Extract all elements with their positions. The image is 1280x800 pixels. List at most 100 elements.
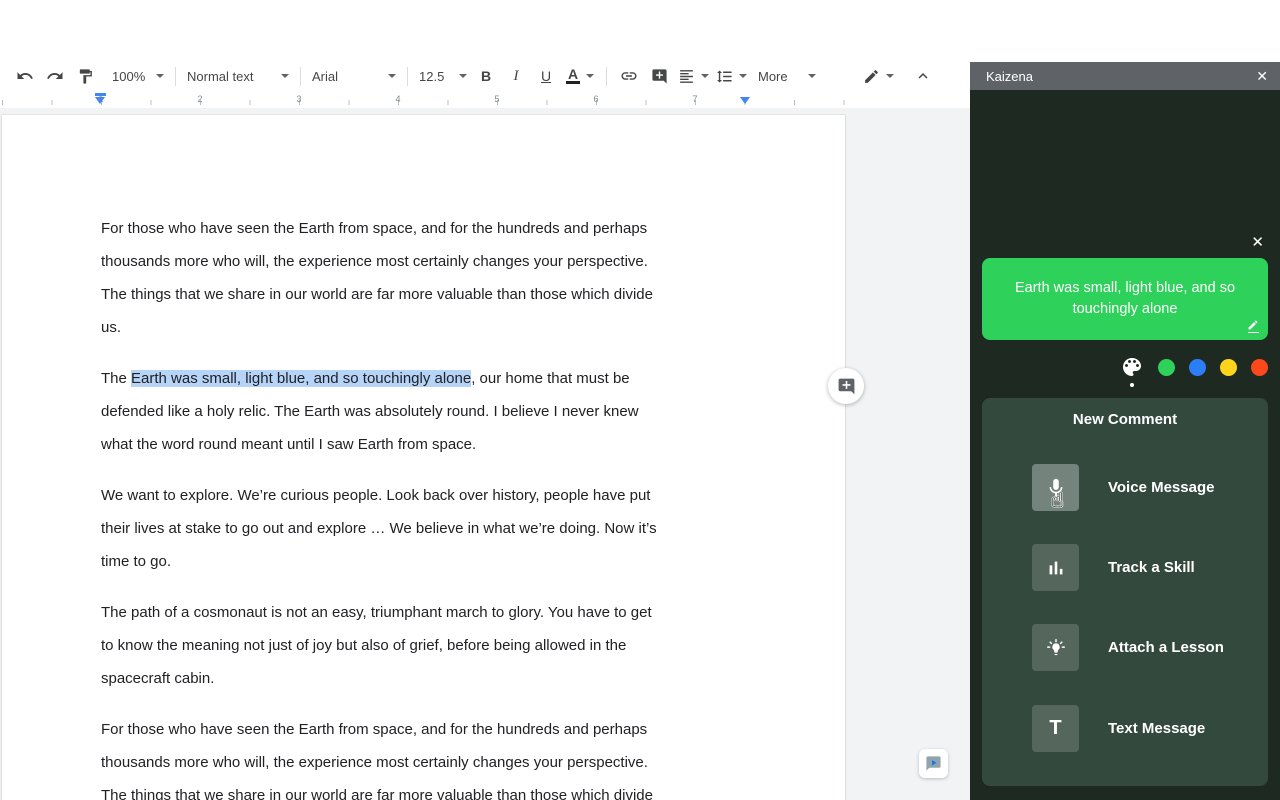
text-line: time to go.	[101, 545, 749, 578]
color-red-button[interactable]	[1251, 359, 1268, 376]
font-value: Arial	[312, 69, 338, 84]
text-line: We want to explore. We’re curious people…	[101, 479, 749, 512]
close-comment-button[interactable]: ✕	[1251, 233, 1264, 251]
color-green-button[interactable]	[1158, 359, 1175, 376]
color-yellow-button[interactable]	[1220, 359, 1237, 376]
comment-bubble-text: Earth was small, light blue, and so touc…	[1000, 278, 1250, 320]
ruler-mark: 3	[296, 94, 301, 104]
first-line-indent-marker[interactable]	[95, 93, 106, 96]
ruler-ticks	[2, 100, 845, 105]
track-skill-item[interactable]: Track a Skill	[1032, 544, 1195, 591]
text-line: For those who have seen the Earth from s…	[101, 713, 749, 746]
active-color-dot	[1130, 383, 1134, 387]
left-indent-marker[interactable]	[95, 97, 105, 104]
font-size-select[interactable]: 12.5	[415, 64, 471, 88]
right-indent-marker[interactable]	[740, 97, 750, 104]
text-icon: T	[1049, 717, 1061, 740]
text-segment: The	[101, 370, 131, 387]
text-line: thousands more who will, the experience …	[101, 245, 749, 278]
ruler-mark: 7	[692, 94, 697, 104]
ruler-mark: 5	[494, 94, 499, 104]
document-page[interactable]: For those who have seen the Earth from s…	[2, 115, 845, 800]
add-comment-icon	[651, 68, 668, 85]
color-blue-button[interactable]	[1189, 359, 1206, 376]
undo-icon	[16, 67, 34, 85]
text-line: The things that we share in our world ar…	[101, 779, 749, 800]
paragraph: We want to explore. We’re curious people…	[101, 479, 749, 578]
editing-mode-button[interactable]	[856, 64, 900, 88]
toolbar-separator	[300, 67, 301, 86]
line-spacing-button[interactable]	[712, 64, 750, 88]
font-select[interactable]: Arial	[308, 64, 400, 88]
edit-comment-button[interactable]	[1247, 319, 1259, 334]
more-label: More	[758, 69, 788, 84]
text-line: what the word round meant until I saw Ea…	[101, 428, 749, 461]
kaizena-widget-button[interactable]	[919, 749, 948, 778]
caret-icon	[586, 74, 594, 78]
attach-lesson-item[interactable]: Attach a Lesson	[1032, 624, 1224, 671]
redo-icon	[46, 67, 64, 85]
attach-lesson-button[interactable]	[1032, 624, 1079, 671]
text-line: The things that we share in our world ar…	[101, 278, 749, 311]
close-sidebar-button[interactable]: ✕	[1256, 69, 1268, 83]
italic-button[interactable]: I	[501, 64, 531, 88]
caret-icon	[459, 74, 467, 78]
kaizena-title: Kaizena	[986, 69, 1256, 84]
comment-bubble[interactable]: Earth was small, light blue, and so touc…	[982, 258, 1268, 340]
new-comment-panel: New Comment Voice Message Track a Skill …	[982, 398, 1268, 786]
toolbar-separator	[606, 67, 607, 86]
text-color-button[interactable]: A	[561, 64, 599, 88]
text-line: spacecraft cabin.	[101, 662, 749, 695]
kaizena-panel: ✕ Earth was small, light blue, and so to…	[970, 90, 1280, 800]
bar-chart-icon	[1045, 557, 1067, 579]
track-skill-button[interactable]	[1032, 544, 1079, 591]
selected-text: Earth was small, light blue, and so touc…	[131, 370, 471, 387]
align-left-icon	[678, 68, 695, 85]
edit-underline	[1248, 332, 1259, 334]
undo-button[interactable]	[10, 64, 40, 88]
paragraph: For those who have seen the Earth from s…	[101, 212, 749, 344]
paint-format-button[interactable]	[70, 64, 100, 88]
collapse-toolbar-button[interactable]	[908, 64, 938, 88]
paragraph-style-select[interactable]: Normal text	[183, 64, 293, 88]
highlight-color-row	[1120, 355, 1268, 379]
toolbar-separator	[407, 67, 408, 86]
text-line: to know the meaning not just of joy but …	[101, 629, 749, 662]
redo-button[interactable]	[40, 64, 70, 88]
text-line: us.	[101, 311, 749, 344]
screen: 100% Normal text Arial 12.5 B I U A	[0, 0, 1280, 800]
text-color-bar	[566, 81, 580, 84]
caret-icon	[156, 74, 164, 78]
text-message-button[interactable]: T	[1032, 705, 1079, 752]
align-button[interactable]	[674, 64, 712, 88]
link-icon	[620, 67, 638, 85]
zoom-value: 100%	[112, 69, 145, 84]
palette-button[interactable]	[1120, 355, 1144, 379]
track-skill-label: Track a Skill	[1108, 559, 1195, 576]
insert-link-button[interactable]	[614, 64, 644, 88]
text-line: The Earth was small, light blue, and so …	[101, 362, 749, 395]
bold-button[interactable]: B	[471, 64, 501, 88]
caret-icon	[388, 74, 396, 78]
add-comment-fab[interactable]	[828, 368, 864, 404]
kaizena-header: Kaizena ✕	[970, 62, 1280, 90]
pencil-icon	[863, 68, 880, 85]
zoom-select[interactable]: 100%	[108, 64, 168, 88]
ruler-mark: 6	[593, 94, 598, 104]
comment-arrow-icon	[925, 755, 942, 772]
insert-comment-button[interactable]	[644, 64, 674, 88]
paragraph: For those who have seen the Earth from s…	[101, 713, 749, 800]
text-message-label: Text Message	[1108, 720, 1205, 737]
paragraph: The Earth was small, light blue, and so …	[101, 362, 749, 461]
more-button[interactable]: More	[754, 64, 820, 88]
hand-cursor	[1051, 488, 1064, 512]
toolbar-separator	[175, 67, 176, 86]
underline-button[interactable]: U	[531, 64, 561, 88]
lightbulb-icon	[1045, 637, 1067, 659]
document-text: For those who have seen the Earth from s…	[101, 212, 749, 800]
ruler: 1 2 3 4 5 6 7	[0, 92, 970, 108]
caret-icon	[281, 74, 289, 78]
text-message-item[interactable]: T Text Message	[1032, 705, 1205, 752]
caret-icon	[808, 74, 816, 78]
add-comment-icon	[837, 377, 856, 396]
